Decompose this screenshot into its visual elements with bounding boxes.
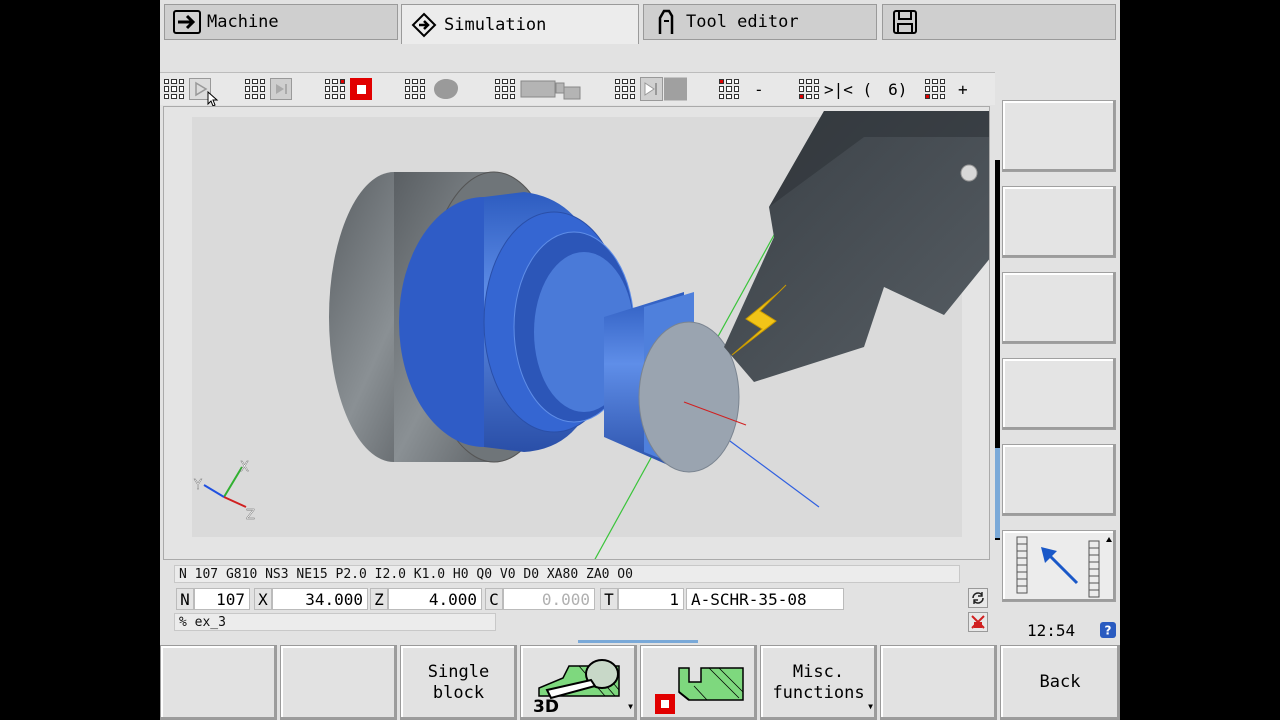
interrupt-label: >|< (: [824, 79, 873, 99]
grid-icon: [324, 78, 346, 100]
single-step-button[interactable]: [244, 77, 292, 101]
blob-shape-icon: [434, 79, 458, 99]
start-sim-button[interactable]: [163, 77, 219, 107]
tool-id: A-SCHR-35-08: [686, 588, 844, 610]
mouse-cursor-icon: [207, 91, 219, 107]
stop-icon: [350, 78, 372, 100]
skip-icon: [640, 77, 687, 101]
skip-block-button[interactable]: [614, 77, 688, 101]
dropdown-indicator-icon: ▼: [628, 702, 633, 711]
3d-turning-icon: 3D: [533, 658, 620, 714]
workpiece-view-button[interactable]: [404, 77, 462, 101]
program-name: % ex_3: [179, 615, 226, 630]
softkey-2[interactable]: [280, 645, 397, 720]
clock: 12:54: [1027, 621, 1076, 640]
tab-simulation-label: Simulation: [444, 14, 547, 35]
alarm-icon[interactable]: [968, 612, 988, 632]
refresh-icon[interactable]: [968, 588, 988, 608]
z-value: 4.000: [388, 588, 482, 610]
interrupt-button[interactable]: >|< ( 6): [798, 77, 907, 101]
n-value: 107: [194, 588, 250, 610]
t-label: T: [600, 588, 618, 610]
program-bar: % ex_3: [174, 613, 496, 631]
tool-icon: [652, 8, 680, 36]
arrow-right-icon: [173, 8, 201, 36]
svg-text:?: ?: [1105, 624, 1112, 638]
interrupt-value: 6): [888, 79, 908, 99]
scrollbar-thumb[interactable]: [995, 448, 1000, 538]
diamond-arrow-icon: [410, 11, 438, 39]
direction-arrow-icon: [1016, 536, 1112, 598]
c-label: C: [485, 588, 503, 610]
stop-at-contour-button[interactable]: [640, 645, 757, 720]
3d-label: 3D: [533, 697, 559, 714]
vertical-softkey-1[interactable]: [1002, 100, 1116, 172]
help-icon[interactable]: ?: [1100, 622, 1116, 638]
back-button[interactable]: Back: [1000, 645, 1120, 720]
softkey-1[interactable]: [160, 645, 277, 720]
axis-y-label: Y: [193, 478, 202, 493]
vertical-softkey-4[interactable]: [1002, 358, 1116, 430]
zoom-in-button[interactable]: +: [924, 77, 968, 101]
grid-icon: [404, 78, 426, 100]
zoom-out-button[interactable]: -: [718, 77, 764, 101]
c-value: 0.000: [503, 588, 595, 610]
t-value: 1: [618, 588, 684, 610]
grid-icon: [718, 78, 740, 100]
view-direction-softkey[interactable]: [1002, 530, 1116, 602]
grid-icon: [798, 78, 820, 100]
misc-functions-label: Misc. functions: [772, 661, 865, 703]
grid-icon: [163, 78, 185, 100]
dropdown-indicator-icon: ▼: [868, 702, 873, 711]
hmi-screen: Machine Simulation Tool editor - >|< (6…: [160, 0, 1120, 720]
tab-simulation[interactable]: Simulation: [401, 4, 639, 44]
x-label: X: [254, 588, 272, 610]
tab-save[interactable]: [882, 4, 1116, 40]
misc-functions-button[interactable]: Misc. functions ▼: [760, 645, 877, 720]
shaft-end-face: [638, 321, 740, 473]
grid-icon: [614, 78, 636, 100]
save-disk-icon: [891, 8, 919, 36]
holder-screw: [960, 164, 978, 182]
n-label: N: [176, 588, 194, 610]
nc-block-bar: N 107 G810 NS3 NE15 P2.0 I2.0 K1.0 H0 Q0…: [174, 565, 960, 583]
stop-contour-icon: [654, 666, 744, 714]
3d-view-button[interactable]: 3D ▼: [520, 645, 637, 720]
axis-x-label: X: [240, 460, 249, 475]
tab-machine[interactable]: Machine: [164, 4, 398, 40]
vertical-softkey-2[interactable]: [1002, 186, 1116, 258]
single-block-button[interactable]: Single block: [400, 645, 517, 720]
tab-tool-editor-label: Tool editor: [686, 12, 799, 32]
vertical-softkey-3[interactable]: [1002, 272, 1116, 344]
axis-z-label: Z: [246, 508, 255, 523]
tool-view-button[interactable]: [494, 77, 582, 101]
plus-label: +: [958, 79, 968, 99]
lathe-scene: X Y Z: [192, 111, 989, 559]
machine-shape-icon: [520, 80, 581, 100]
vertical-softkey-5[interactable]: [1002, 444, 1116, 516]
minus-label: -: [754, 79, 764, 99]
step-forward-icon: [270, 78, 292, 100]
simulation-toolbar: - >|< ( 6) +: [160, 72, 995, 107]
nc-block-line: N 107 G810 NS3 NE15 P2.0 I2.0 K1.0 H0 Q0…: [179, 567, 633, 582]
grid-icon: [494, 78, 516, 100]
softkey-7[interactable]: [880, 645, 997, 720]
tab-tool-editor[interactable]: Tool editor: [643, 4, 877, 40]
z-label: Z: [370, 588, 388, 610]
grid-icon: [244, 78, 266, 100]
page-indicator: [578, 640, 698, 643]
simulation-3d-view[interactable]: X Y Z: [163, 106, 990, 560]
stop-button[interactable]: [324, 77, 372, 101]
grid-icon: [924, 78, 946, 100]
x-value: 34.000: [272, 588, 368, 610]
tab-machine-label: Machine: [207, 12, 279, 32]
